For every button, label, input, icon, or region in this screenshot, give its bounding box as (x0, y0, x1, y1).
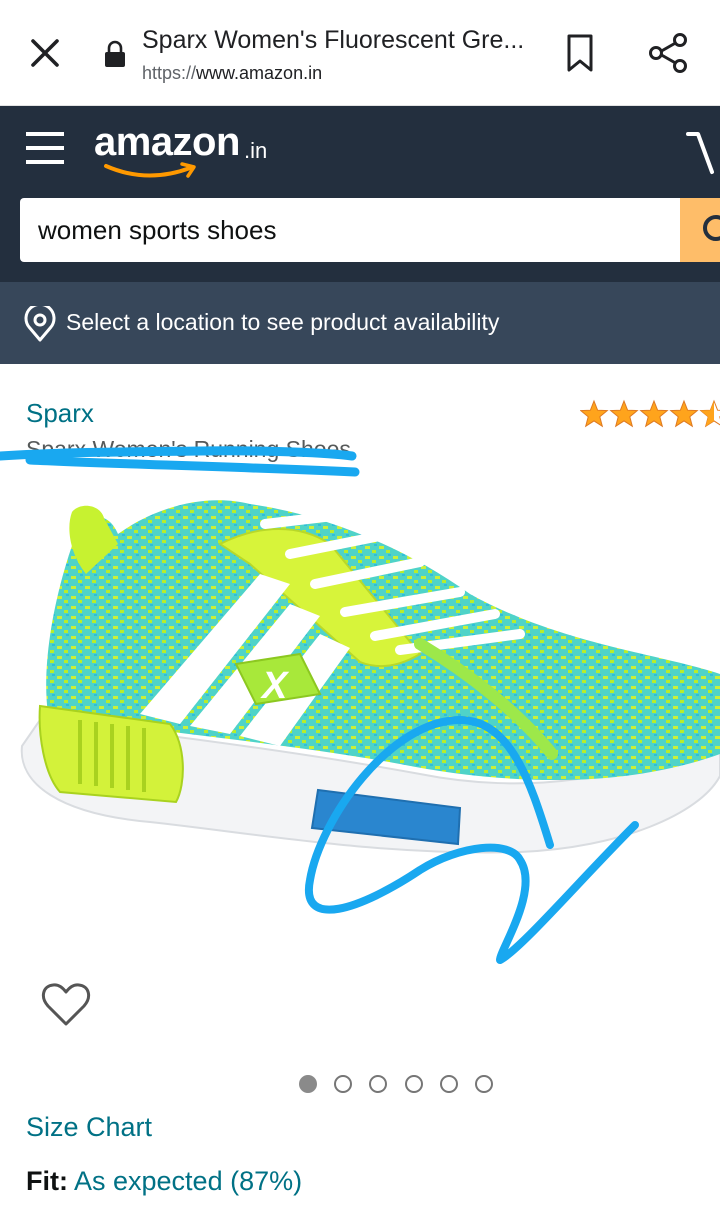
close-icon[interactable] (24, 32, 66, 74)
image-pager (299, 1075, 499, 1095)
location-pin-icon (24, 306, 56, 342)
annotation-scribble (0, 446, 360, 477)
logo-tld: .in (244, 138, 268, 163)
star-half-icon (700, 400, 720, 427)
star-icon (610, 400, 638, 427)
star-icon (580, 400, 608, 427)
browser-toolbar: Sparx Women's Fluorescent Gre... https:/… (0, 0, 720, 106)
pager-dot[interactable] (440, 1075, 458, 1093)
lock-icon (105, 40, 125, 67)
url-scheme: https:// (142, 63, 197, 83)
star-icon (640, 400, 668, 427)
url-host: www.amazon.in (196, 63, 323, 83)
tab-title[interactable]: Sparx Women's Fluorescent Gre... (142, 26, 532, 55)
heart-icon[interactable] (40, 980, 92, 1030)
cart-icon[interactable] (686, 126, 720, 180)
pager-dot[interactable] (405, 1075, 423, 1093)
logo-smile-icon (104, 162, 196, 178)
amazon-logo[interactable]: amazon .in (94, 120, 294, 186)
location-prompt: Select a location to see product availab… (66, 309, 500, 335)
fit-value-link[interactable]: As expected (87%) (74, 1166, 302, 1196)
search-bar (20, 198, 720, 262)
pager-dot[interactable] (475, 1075, 493, 1093)
hamburger-icon[interactable] (24, 128, 66, 168)
pager-dot[interactable] (369, 1075, 387, 1093)
search-input[interactable] (20, 198, 680, 262)
pager-dot[interactable] (334, 1075, 352, 1093)
rating-stars[interactable] (580, 398, 720, 430)
star-icon (670, 400, 698, 427)
size-chart-link[interactable]: Size Chart (26, 1112, 152, 1143)
logo-text: amazon (94, 120, 240, 164)
brand-link[interactable]: Sparx (26, 398, 94, 429)
pager-dot[interactable] (299, 1075, 317, 1093)
bookmark-icon[interactable] (560, 30, 600, 76)
fit-info: Fit: As expected (87%) (26, 1166, 302, 1197)
fit-label: Fit: (26, 1166, 68, 1196)
search-button[interactable] (680, 198, 720, 262)
location-bar[interactable]: Select a location to see product availab… (0, 282, 720, 364)
annotation-scribble (304, 716, 639, 964)
share-icon[interactable] (645, 30, 691, 76)
search-icon (703, 215, 720, 241)
url-text[interactable]: https://www.amazon.in (142, 63, 322, 84)
site-header: amazon .in (0, 106, 720, 282)
